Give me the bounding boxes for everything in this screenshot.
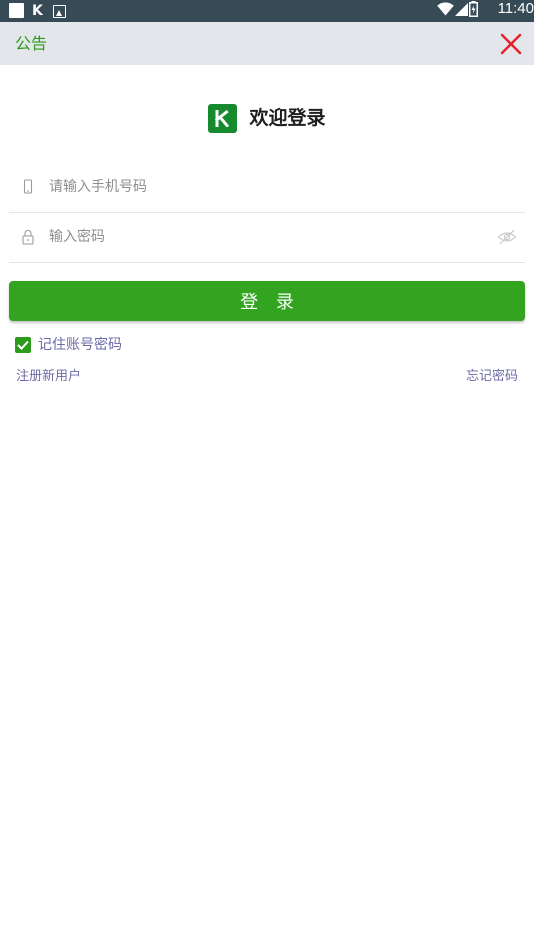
- notification-square-icon: [9, 3, 24, 18]
- app-logo: [208, 104, 238, 133]
- phone-icon: [23, 179, 33, 194]
- welcome-inner: 欢迎登录: [208, 104, 326, 133]
- status-time: 11:40: [497, 0, 534, 17]
- lock-icon: [22, 229, 34, 245]
- remember-checkbox[interactable]: [15, 337, 31, 353]
- remember-label: 记住账号密码: [38, 337, 122, 353]
- k-app-icon: K: [32, 3, 43, 19]
- signal-icon: [455, 3, 468, 16]
- notice-label[interactable]: 公告: [15, 34, 47, 54]
- phone-input[interactable]: [49, 173, 489, 201]
- close-icon[interactable]: [500, 33, 522, 55]
- phone-field: [9, 163, 525, 213]
- k-logo-icon: [215, 110, 230, 127]
- password-input[interactable]: [49, 223, 489, 251]
- password-field: [9, 213, 525, 263]
- photo-icon: [53, 5, 66, 18]
- remember-checkbox-row[interactable]: 记住账号密码: [15, 336, 122, 354]
- register-link[interactable]: 注册新用户: [16, 368, 81, 386]
- check-icon: [17, 340, 29, 350]
- notice-bar: 公告: [0, 22, 534, 65]
- forgot-password-link[interactable]: 忘记密码: [466, 368, 518, 386]
- welcome-header: 欢迎登录: [0, 104, 534, 134]
- login-button[interactable]: 登 录: [9, 281, 525, 321]
- page-title: 欢迎登录: [249, 107, 326, 129]
- status-bar: K 11:40: [0, 0, 534, 22]
- battery-icon: [469, 1, 478, 17]
- wifi-icon: [437, 2, 454, 16]
- eye-off-icon[interactable]: [497, 228, 517, 246]
